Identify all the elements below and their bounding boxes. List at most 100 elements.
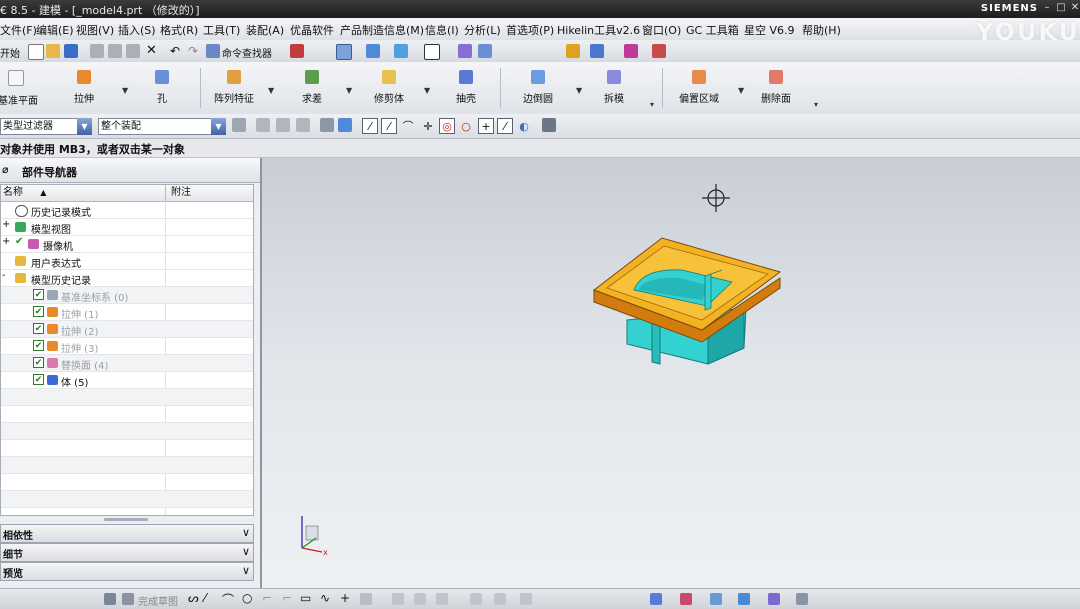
offset-region-button[interactable]: 偏置区域 (676, 66, 722, 110)
profile-icon[interactable]: ᔕ (188, 591, 199, 605)
panel-dependencies[interactable]: 相依性 ∨ (0, 524, 254, 543)
snap-endpoint-icon[interactable]: ⁄ (362, 118, 378, 134)
tree-row-cameras[interactable]: + ✔ 摄像机 (1, 236, 253, 253)
shell-button[interactable]: 抽壳 (448, 66, 484, 110)
group-more-icon[interactable]: ▾ (650, 100, 654, 109)
paste-icon[interactable] (126, 44, 140, 58)
visibility-checkbox[interactable]: ✔ (33, 340, 44, 351)
tree-row-datum-csys[interactable]: ✔ 基准坐标系 (0) (1, 287, 253, 304)
snap-midpoint-icon[interactable]: ⁄ (381, 118, 397, 134)
group-more-icon[interactable]: ▾ (814, 100, 818, 109)
measure-icon[interactable] (624, 44, 638, 58)
chevron-down-icon[interactable]: ▼ (211, 118, 226, 135)
zoom-icon[interactable] (478, 44, 492, 58)
splitter-handle[interactable] (104, 518, 148, 521)
menu-help[interactable]: 帮助(H) (802, 22, 841, 38)
subtract-dropdown-icon[interactable]: ▼ (346, 86, 352, 95)
visibility-checkbox[interactable]: ✔ (33, 289, 44, 300)
menu-format[interactable]: 格式(R) (160, 22, 198, 38)
rectangle-icon[interactable]: ▭ (300, 591, 311, 605)
snap-control-icon[interactable]: ⌒ (400, 118, 416, 134)
tree-row-user-expressions[interactable]: 用户表达式 (1, 253, 253, 270)
constraint-icon[interactable] (520, 593, 532, 605)
new-file-icon[interactable] (28, 44, 44, 60)
column-name[interactable]: 名称 ▲ (1, 185, 166, 202)
type-filter-select[interactable]: 类型过滤器 (0, 118, 78, 135)
snap-icon[interactable] (566, 44, 580, 58)
trim-icon[interactable] (392, 593, 404, 605)
tree-row-replace-face[interactable]: ✔ 替换面 (4) (1, 355, 253, 372)
fit-view-icon[interactable] (458, 44, 472, 58)
expand-icon[interactable]: + (2, 236, 10, 247)
minimize-icon[interactable]: – (1040, 2, 1054, 14)
close-icon[interactable]: ✕ (1068, 2, 1080, 14)
snap-center-icon[interactable]: ◎ (439, 118, 455, 134)
undo-icon[interactable]: ↶ (170, 44, 184, 58)
visibility-checkbox[interactable]: ✔ (33, 374, 44, 385)
dimension-icon[interactable] (650, 593, 662, 605)
fillet-icon[interactable]: ⌐ (262, 591, 272, 605)
redo-icon[interactable]: ↷ (188, 44, 202, 58)
shaded-icon[interactable] (394, 44, 408, 58)
trim-dropdown-icon[interactable]: ▼ (424, 86, 430, 95)
analysis-icon[interactable] (590, 44, 604, 58)
save-icon[interactable] (64, 44, 78, 58)
point-icon[interactable]: + (340, 591, 350, 605)
menu-pmi[interactable]: 产品制造信息(M) (340, 22, 424, 38)
column-note[interactable]: 附注 (166, 185, 253, 202)
open-folder-icon[interactable] (46, 44, 60, 58)
part-model[interactable] (592, 237, 782, 365)
snap-intersection-icon[interactable]: ✛ (420, 118, 436, 134)
offset-dropdown-icon[interactable]: ▼ (738, 86, 744, 95)
expand-icon[interactable]: + (2, 219, 10, 230)
tree-row-model-history[interactable]: - 模型历史记录 (1, 270, 253, 287)
visibility-checkbox[interactable]: ✔ (33, 357, 44, 368)
menu-hikelin[interactable]: Hikelin工具v2.6 (557, 22, 640, 38)
blend-dropdown-icon[interactable]: ▼ (576, 86, 582, 95)
visibility-checkbox[interactable]: ✔ (33, 323, 44, 334)
pin-icon[interactable]: ⌀ (2, 163, 9, 176)
start-button[interactable]: 开始 (0, 45, 20, 60)
tree-row-extrude-2[interactable]: ✔ 拉伸 (2) (1, 321, 253, 338)
datum-plane-button[interactable]: 基准平面 (0, 66, 38, 110)
menu-view[interactable]: 视图(V) (76, 22, 114, 38)
face-rule-icon[interactable] (276, 118, 290, 132)
tree-row-model-views[interactable]: + 模型视图 (1, 219, 253, 236)
finish-sketch-icon[interactable] (104, 593, 116, 605)
layout-icon[interactable] (336, 44, 352, 60)
solid-filter-icon[interactable] (338, 118, 352, 132)
finish-sketch-button[interactable]: 完成草图 (138, 593, 178, 608)
mold-split-button[interactable]: 拆模 (596, 66, 632, 110)
panel-preview[interactable]: 预览 ∨ (0, 562, 254, 581)
curve-rule-icon[interactable] (256, 118, 270, 132)
sketch-icon[interactable] (122, 593, 134, 605)
snap-on-curve-icon[interactable]: ⁄ (497, 118, 513, 134)
menu-window[interactable]: 窗口(O) (642, 22, 681, 38)
orient-icon[interactable] (290, 44, 304, 58)
menu-tools[interactable]: 工具(T) (203, 22, 240, 38)
section-icon[interactable] (652, 44, 666, 58)
menu-analysis[interactable]: 分析(L) (464, 22, 501, 38)
more-tools-icon[interactable] (796, 593, 808, 605)
mirror-icon[interactable] (470, 593, 482, 605)
menu-insert[interactable]: 插入(S) (118, 22, 156, 38)
menu-youjing[interactable]: 优晶软件 (290, 22, 334, 38)
edge-blend-button[interactable]: 边倒圆 (518, 66, 558, 110)
menu-edit[interactable]: 编辑(E) (36, 22, 74, 38)
snap-on-face-icon[interactable]: ◐ (516, 118, 532, 134)
delete-face-button[interactable]: 删除面 (756, 66, 796, 110)
menu-gc-toolbox[interactable]: GC 工具箱 (686, 22, 739, 38)
line-icon[interactable]: ⁄ (204, 591, 206, 605)
render-style-icon[interactable] (366, 44, 380, 58)
pattern-feature-button[interactable]: 阵列特征 (208, 66, 260, 110)
offset-curve-icon[interactable] (360, 593, 372, 605)
delete-icon[interactable]: ✕ (146, 44, 160, 58)
scope-select[interactable]: 整个装配 (98, 118, 212, 135)
tree-row-history-mode[interactable]: 历史记录模式 (1, 202, 253, 219)
body-rule-icon[interactable] (296, 118, 310, 132)
snap-existing-point-icon[interactable]: + (478, 118, 494, 134)
panel-details[interactable]: 细节 ∨ (0, 543, 254, 562)
view-box-icon[interactable] (424, 44, 440, 60)
auto-dimension-icon[interactable] (738, 593, 750, 605)
reattach-icon[interactable] (768, 593, 780, 605)
